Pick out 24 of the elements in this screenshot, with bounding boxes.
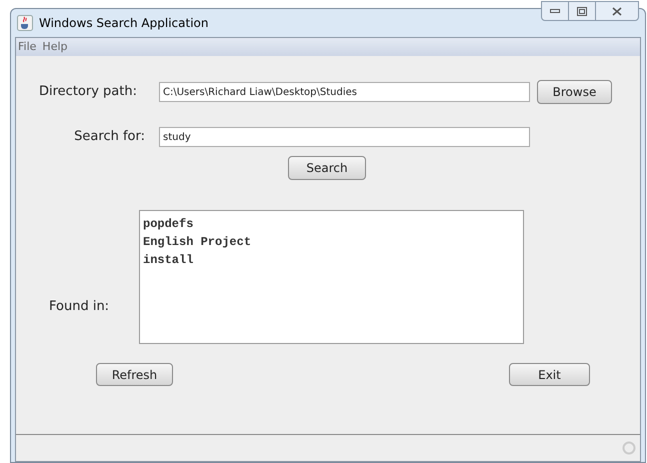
close-button[interactable] bbox=[595, 1, 639, 21]
java-cup-icon bbox=[17, 15, 33, 31]
refresh-button[interactable]: Refresh bbox=[96, 363, 173, 386]
result-item[interactable]: popdefs bbox=[143, 215, 194, 233]
result-item[interactable]: English Project bbox=[143, 233, 252, 251]
busy-indicator-icon bbox=[622, 441, 636, 455]
result-item[interactable]: install bbox=[143, 251, 194, 269]
field-label: Found in: bbox=[49, 298, 110, 316]
minimize-button[interactable] bbox=[541, 1, 569, 21]
exit-button[interactable]: Exit bbox=[509, 363, 590, 386]
maximize-icon bbox=[577, 6, 587, 16]
menu-item[interactable]: File bbox=[18, 38, 36, 56]
menu-item[interactable]: Help bbox=[42, 38, 68, 56]
window-title: Windows Search Application bbox=[39, 15, 208, 32]
minimize-icon bbox=[550, 9, 560, 13]
directory-path-field[interactable]: C:\Users\Richard Liaw\Desktop\Studies bbox=[159, 82, 530, 102]
field-label: Directory path: bbox=[39, 83, 138, 102]
close-icon bbox=[612, 6, 622, 16]
maximize-button[interactable] bbox=[569, 1, 595, 21]
browse-button[interactable]: Browse bbox=[537, 80, 612, 104]
search-field[interactable]: study bbox=[159, 127, 530, 147]
search-button[interactable]: Search bbox=[288, 156, 366, 180]
field-label: Search for: bbox=[73, 128, 145, 146]
results-list[interactable]: popdefs English Project install bbox=[139, 210, 524, 344]
